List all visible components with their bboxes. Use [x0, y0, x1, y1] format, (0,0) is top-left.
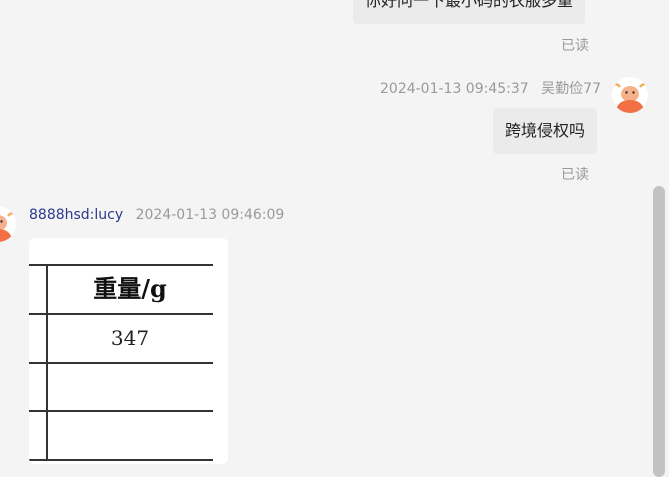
table-cell — [47, 364, 213, 410]
message-bubble-partial[interactable]: 你好问一下最小码的衣服多重 — [353, 0, 586, 24]
image-message[interactable]: 重量/g 347 — [29, 238, 228, 464]
message-bubble[interactable]: 跨境侵权吗 — [493, 108, 598, 154]
table-cell: 347 — [110, 326, 150, 350]
scrollbar-thumb[interactable] — [653, 186, 665, 477]
message-meta: 8888hsd:lucy 2024-01-13 09:46:09 — [29, 207, 284, 223]
sender-name[interactable]: 8888hsd:lucy — [29, 207, 123, 223]
cow-avatar-icon — [614, 83, 646, 113]
read-status: 已读 — [561, 167, 589, 183]
scrollbar[interactable] — [653, 186, 665, 477]
avatar[interactable] — [612, 77, 648, 113]
table-rule — [29, 459, 213, 461]
avatar[interactable] — [0, 206, 16, 242]
sender-name: 吴勤俭77 — [541, 81, 601, 97]
message-meta: 2024-01-13 09:45:37 吴勤俭77 — [380, 78, 601, 98]
table-cell — [47, 412, 213, 459]
table-header: 重量/g — [93, 274, 167, 303]
cow-avatar-icon — [0, 212, 14, 242]
read-status: 已读 — [561, 38, 589, 54]
message-timestamp: 2024-01-13 09:46:09 — [135, 207, 285, 223]
message-text: 你好问一下最小码的衣服多重 — [365, 0, 574, 10]
message-timestamp: 2024-01-13 09:45:37 — [380, 81, 529, 97]
message-text: 跨境侵权吗 — [505, 121, 586, 140]
